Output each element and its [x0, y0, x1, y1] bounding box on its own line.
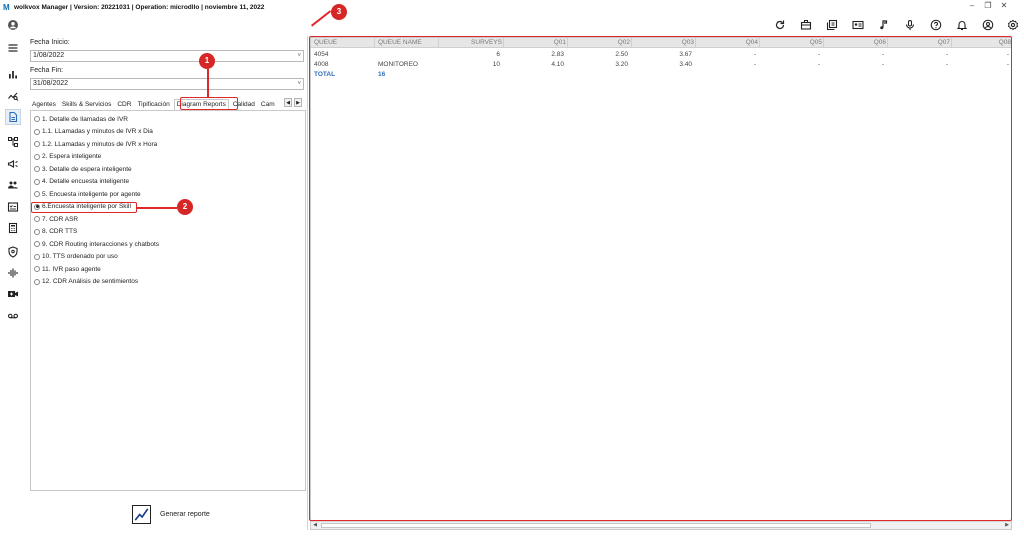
- user-account-icon[interactable]: [980, 17, 996, 33]
- voicemail-icon[interactable]: [5, 308, 21, 324]
- start-date-label: Fecha Inicio:: [30, 39, 70, 46]
- megaphone-icon[interactable]: [5, 156, 21, 172]
- radio-button[interactable]: [34, 128, 40, 135]
- chevron-down-icon[interactable]: ˅: [297, 51, 301, 61]
- microphone-icon[interactable]: [902, 17, 918, 33]
- hamburger-menu-icon[interactable]: [5, 40, 21, 56]
- audio-waveform-icon[interactable]: [5, 265, 21, 281]
- scroll-left-arrow-icon[interactable]: ◀: [311, 522, 319, 529]
- user-avatar-icon[interactable]: [5, 17, 21, 33]
- bell-icon[interactable]: [954, 17, 970, 33]
- radio-button[interactable]: [34, 228, 40, 235]
- agents-group-icon[interactable]: [5, 177, 21, 193]
- report-filter-panel: Fecha Inicio: 1/08/2022 ˅ Fecha Fin: 31/…: [28, 36, 306, 531]
- annotation-badge-2: 2: [177, 199, 193, 215]
- tab-scroll-left-button[interactable]: ◀: [284, 98, 292, 107]
- report-option[interactable]: 9. CDR Routing interacciones y chatbots: [34, 239, 159, 249]
- radio-button[interactable]: [34, 166, 40, 172]
- start-date-value: 1/08/2022: [33, 52, 65, 59]
- panel-divider[interactable]: [307, 36, 308, 530]
- library-icon[interactable]: [824, 17, 840, 33]
- tab-skills-servicios[interactable]: Skills & Servicios: [60, 100, 113, 110]
- radio-button[interactable]: [34, 266, 40, 272]
- radio-button[interactable]: [34, 178, 40, 185]
- radio-button[interactable]: [34, 278, 40, 285]
- annotation-arrow-1: [207, 69, 209, 97]
- radio-button[interactable]: [34, 141, 40, 147]
- end-date-value: 31/08/2022: [33, 80, 69, 87]
- report-option[interactable]: 3. Detalle de espera inteligente: [34, 164, 132, 174]
- end-date-picker[interactable]: 31/08/2022 ˅: [30, 78, 304, 90]
- generate-report-button[interactable]: Generar reporte: [132, 503, 210, 525]
- report-option[interactable]: 5. Encuesta inteligente por agente: [34, 189, 141, 199]
- tab-campanas[interactable]: Cam: [259, 100, 277, 110]
- annotation-badge-1: 1: [199, 53, 215, 69]
- report-option[interactable]: 8. CDR TTS: [34, 227, 77, 237]
- report-option[interactable]: 12. CDR Análisis de sentimientos: [34, 277, 138, 287]
- radio-button[interactable]: [34, 116, 40, 122]
- left-navigation: [0, 14, 26, 536]
- tab-agentes[interactable]: Agentes: [30, 100, 58, 110]
- report-option[interactable]: 7. CDR ASR: [34, 214, 78, 224]
- analytics-icon[interactable]: [5, 88, 21, 104]
- calculator-icon[interactable]: [5, 220, 21, 236]
- scrollbar-thumb[interactable]: [321, 523, 871, 528]
- security-shield-icon[interactable]: [5, 244, 21, 260]
- report-option[interactable]: 1. Detalle de llamadas de IVR: [34, 114, 128, 124]
- briefcase-icon[interactable]: [798, 17, 814, 33]
- chevron-down-icon[interactable]: ˅: [297, 79, 301, 89]
- annotation-badge-3: 3: [331, 4, 347, 20]
- end-date-label: Fecha Fin:: [30, 67, 64, 74]
- report-option[interactable]: 1.1. LLamadas y minutos de IVR x Dia: [34, 127, 153, 137]
- close-button[interactable]: ✕: [998, 1, 1010, 10]
- radio-button[interactable]: [34, 241, 40, 247]
- trend-chart-icon[interactable]: [132, 504, 151, 524]
- annotation-highlight-option: [31, 202, 137, 213]
- settings-gear-icon[interactable]: [1005, 17, 1021, 33]
- scroll-right-arrow-icon[interactable]: ▶: [1003, 522, 1011, 529]
- refresh-icon[interactable]: [772, 17, 788, 33]
- annotation-highlight-tab: [180, 97, 238, 110]
- generate-report-label[interactable]: Generar reporte: [160, 511, 210, 518]
- report-option[interactable]: 4. Detalle encuesta inteligente: [34, 177, 129, 187]
- tab-scroll-right-button[interactable]: ▶: [294, 98, 302, 107]
- restore-button[interactable]: ❐: [982, 1, 994, 10]
- bar-chart-icon[interactable]: [5, 66, 21, 82]
- title-bar: M wolkvox Manager | Version: 20221031 | …: [0, 0, 1024, 14]
- radio-button[interactable]: [34, 153, 40, 160]
- radio-button[interactable]: [34, 191, 40, 197]
- radio-button[interactable]: [34, 216, 40, 222]
- contact-card-icon[interactable]: [850, 17, 866, 33]
- report-options-list: 1. Detalle de llamadas de IVR 1.1. LLama…: [30, 110, 306, 491]
- report-category-tabs: Agentes Skills & Servicios CDR Tipificac…: [30, 98, 306, 110]
- video-camera-icon[interactable]: [5, 286, 21, 302]
- report-option[interactable]: 10. TTS ordenado por uso: [34, 252, 118, 262]
- music-note-icon[interactable]: [876, 17, 892, 33]
- window-title: wolkvox Manager | Version: 20221031 | Op…: [14, 3, 265, 11]
- report-option[interactable]: 2. Espera inteligente: [34, 152, 101, 162]
- minimize-button[interactable]: –: [966, 1, 978, 10]
- tab-cdr[interactable]: CDR: [115, 100, 133, 110]
- top-toolbar: [0, 14, 1024, 36]
- flow-diagram-icon[interactable]: [5, 134, 21, 150]
- horizontal-scrollbar[interactable]: ◀ ▶: [311, 521, 1011, 529]
- report-option[interactable]: 1.2. LLamadas y minutos de IVR x Hora: [34, 139, 157, 149]
- checklist-icon[interactable]: [5, 199, 21, 215]
- reports-document-icon[interactable]: [5, 109, 21, 125]
- tab-tipificacion[interactable]: Tipificación: [135, 100, 171, 110]
- annotation-arrow-2: [137, 207, 177, 209]
- app-logo: M: [3, 2, 10, 12]
- start-date-picker[interactable]: 1/08/2022 ˅: [30, 50, 304, 62]
- help-icon[interactable]: [928, 17, 944, 33]
- report-option[interactable]: 11. IVR paso agente: [34, 264, 101, 274]
- annotation-highlight-grid: [309, 36, 1012, 521]
- radio-button[interactable]: [34, 253, 40, 260]
